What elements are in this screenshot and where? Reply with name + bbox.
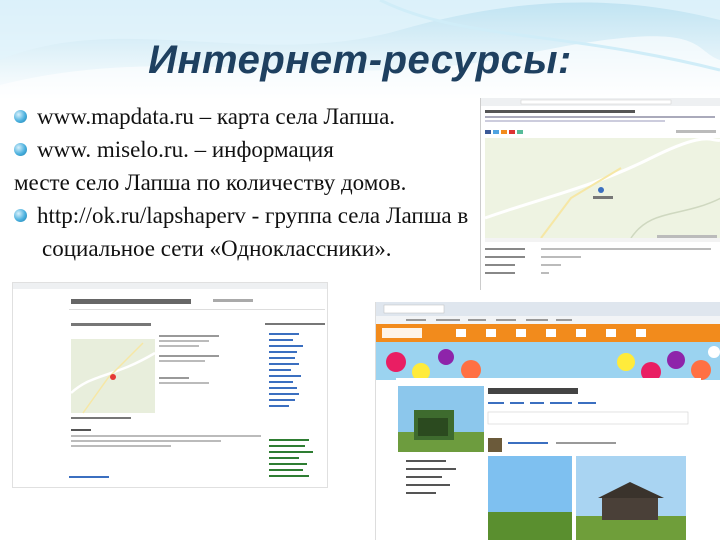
screenshot-miselo xyxy=(12,282,328,488)
screenshot-ok-ru xyxy=(375,302,720,540)
bullet-icon xyxy=(14,209,27,222)
miselo-page-image xyxy=(13,283,327,487)
slide-title: Интернет-ресурсы: xyxy=(148,38,572,82)
ok-ru-page-image xyxy=(376,302,720,540)
mapdata-page-image xyxy=(481,98,720,290)
screenshot-mapdata xyxy=(480,98,720,290)
bullet-icon xyxy=(14,110,27,123)
bullet-icon xyxy=(14,143,27,156)
